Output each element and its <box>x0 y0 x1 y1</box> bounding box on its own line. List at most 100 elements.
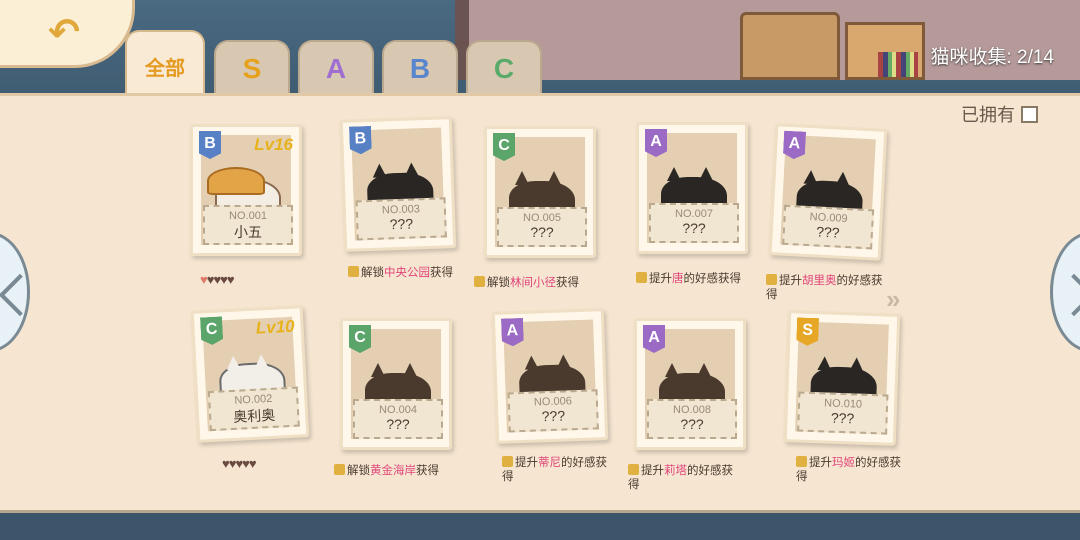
unlock-prefix: 提升 <box>515 457 538 469</box>
card-name: ??? <box>386 416 410 432</box>
cat-hat <box>207 167 265 195</box>
lock-icon <box>502 456 513 467</box>
unlock-target: 林间小径 <box>510 277 556 289</box>
lock-icon <box>474 276 485 287</box>
unlock-prefix: 解锁 <box>487 277 510 289</box>
card-label: NO.006 ??? <box>507 389 599 433</box>
unlock-hint: 提升蒂尼的好感获得 <box>502 456 617 484</box>
card-name: ??? <box>815 223 840 241</box>
unlock-prefix: 提升 <box>641 465 664 477</box>
owned-filter[interactable]: 已拥有 <box>961 101 1038 127</box>
unlock-target: 莉塔 <box>664 465 687 477</box>
unlock-hint: 提升唐的好感获得 <box>636 272 766 286</box>
card-number: NO.001 <box>229 210 267 222</box>
unlock-hint: 提升玛姬的好感获得 <box>796 456 906 484</box>
card-name: ??? <box>680 416 704 432</box>
card-name: 小五 <box>234 224 262 240</box>
unlock-suffix: 获得 <box>556 277 579 289</box>
rank-badge: C <box>493 133 515 161</box>
cabinet-decoration <box>740 12 840 80</box>
card-number: NO.007 <box>675 208 713 220</box>
unlock-target: 玛姬 <box>832 457 855 469</box>
lock-icon <box>348 266 359 277</box>
card-label: NO.009 ??? <box>782 204 875 250</box>
collection-count: 猫咪收集: 2/14 <box>930 47 1054 68</box>
unlock-hint: 解锁中央公园获得 <box>348 266 478 280</box>
unlock-suffix: 获得 <box>430 267 453 279</box>
more-chevron-icon: » <box>886 284 901 314</box>
card-number: NO.008 <box>673 404 711 416</box>
tab-a[interactable]: A <box>298 40 374 96</box>
cat-card-008[interactable]: A NO.008 ??? <box>634 318 746 450</box>
card-label: NO.010 ??? <box>797 391 889 435</box>
lock-icon <box>796 456 807 467</box>
card-number: NO.004 <box>379 404 417 416</box>
bottom-bar <box>0 510 1080 540</box>
unlock-hint: 解锁黄金海岸获得 <box>334 464 464 478</box>
card-name: 奥利奥 <box>232 406 276 425</box>
card-label: NO.008 ??? <box>647 399 737 439</box>
unlock-hint: 提升胡里奥的好感获得 <box>766 274 886 302</box>
affection-hearts: ♥♥♥♥♥ <box>222 456 257 471</box>
cat-card-003[interactable]: B NO.003 ??? <box>339 116 457 252</box>
unlock-prefix: 解锁 <box>347 465 370 477</box>
card-name: ??? <box>682 220 706 236</box>
rank-badge: A <box>645 129 667 157</box>
card-name: ??? <box>541 407 566 425</box>
tab-c[interactable]: C <box>466 40 542 96</box>
unlock-hint: 提升莉塔的好感获得 <box>628 464 740 492</box>
tab-b[interactable]: B <box>382 40 458 96</box>
cat-card-005[interactable]: C NO.005 ??? <box>484 126 596 258</box>
cat-card-010[interactable]: S NO.010 ??? <box>783 310 901 446</box>
unlock-suffix: 的好感获得 <box>683 273 742 285</box>
unlock-target: 蒂尼 <box>538 457 561 469</box>
card-label: NO.001 小五 <box>203 205 293 245</box>
rank-badge: B <box>199 131 221 159</box>
card-label: NO.007 ??? <box>649 203 739 243</box>
lock-icon <box>628 464 639 475</box>
heart-icon: ♥ <box>242 456 250 471</box>
back-arrow-icon: ↶ <box>48 12 80 54</box>
lock-icon <box>334 464 345 475</box>
card-label: NO.003 ??? <box>355 197 447 241</box>
card-label: NO.004 ??? <box>353 399 443 439</box>
heart-icon: ♥ <box>222 456 230 471</box>
owned-checkbox[interactable] <box>1021 105 1038 123</box>
unlock-suffix: 获得 <box>416 465 439 477</box>
rank-badge: A <box>643 325 665 353</box>
lock-icon <box>766 274 777 285</box>
heart-icon: ♥ <box>200 272 208 287</box>
tab-all[interactable]: 全部 <box>125 30 205 100</box>
card-label: NO.005 ??? <box>497 207 587 247</box>
card-name: ??? <box>830 409 855 427</box>
heart-icon: ♥ <box>226 272 235 287</box>
card-name: ??? <box>530 224 554 240</box>
unlock-prefix: 解锁 <box>361 267 384 279</box>
unlock-target: 唐 <box>672 273 684 285</box>
cat-card-007[interactable]: A NO.007 ??? <box>636 122 748 254</box>
owned-filter-label: 已拥有 <box>961 105 1015 125</box>
unlock-hint: 解锁林间小径获得 <box>474 276 604 290</box>
unlock-target: 胡里奥 <box>802 275 837 287</box>
unlock-prefix: 提升 <box>809 457 832 469</box>
cat-card-009[interactable]: A NO.009 ??? <box>768 123 888 261</box>
heart-icon: ♥ <box>220 272 228 287</box>
tab-s[interactable]: S <box>214 40 290 96</box>
cat-card-001[interactable]: B Lv16 NO.001 小五 <box>190 124 302 256</box>
rank-badge: C <box>349 325 371 353</box>
card-number: NO.005 <box>523 212 561 224</box>
unlock-target: 中央公园 <box>384 267 430 279</box>
level-label: Lv16 <box>254 135 293 154</box>
level-label: Lv10 <box>255 316 296 338</box>
unlock-prefix: 提升 <box>779 275 802 287</box>
cat-card-004[interactable]: C NO.004 ??? <box>340 318 452 450</box>
cat-card-002[interactable]: C Lv10 NO.002 奥利奥 <box>190 305 310 443</box>
cat-card-006[interactable]: A NO.006 ??? <box>491 308 609 444</box>
unlock-target: 黄金海岸 <box>370 465 416 477</box>
unlock-prefix: 提升 <box>649 273 672 285</box>
heart-icon: ♥ <box>248 456 257 471</box>
lock-icon <box>636 272 647 283</box>
card-label: NO.002 奥利奥 <box>207 386 300 432</box>
books-decoration <box>878 52 918 77</box>
card-name: ??? <box>389 215 414 233</box>
